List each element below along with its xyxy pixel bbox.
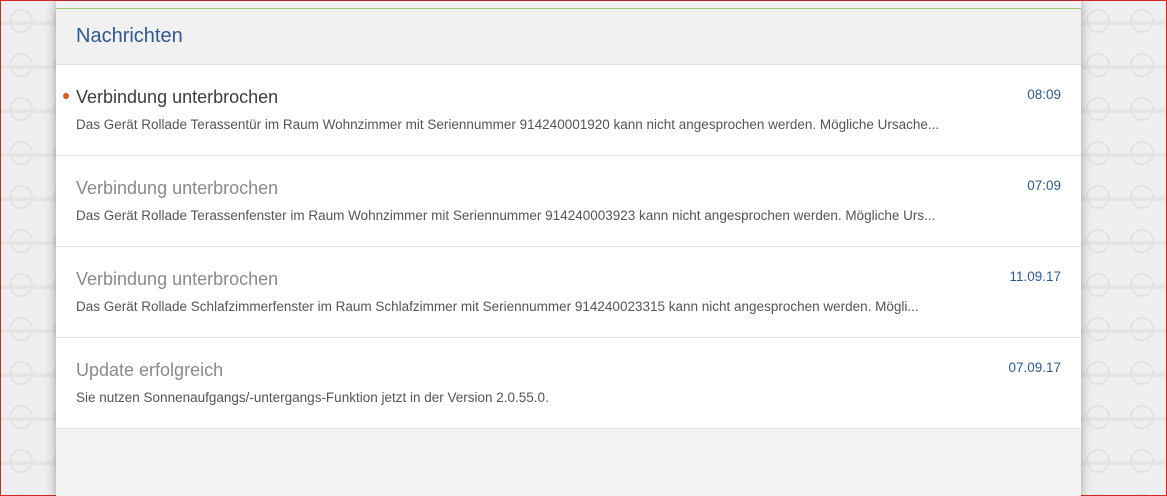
message-item[interactable]: Verbindung unterbrochen Das Gerät Rollad…: [56, 65, 1081, 156]
message-body: Das Gerät Rollade Terassenfenster im Rau…: [76, 208, 936, 223]
message-list: Verbindung unterbrochen Das Gerät Rollad…: [56, 65, 1081, 429]
message-body: Das Gerät Rollade Terassentür im Raum Wo…: [76, 117, 940, 132]
unread-indicator-icon: [63, 93, 69, 99]
message-item[interactable]: Verbindung unterbrochen Das Gerät Rollad…: [56, 247, 1081, 338]
message-body: Sie nutzen Sonnenaufgangs/-untergangs-Fu…: [76, 390, 549, 405]
messages-panel: Nachrichten Verbindung unterbrochen Das …: [56, 1, 1081, 496]
message-title: Verbindung unterbrochen: [76, 87, 279, 107]
message-time: 11.09.17: [1009, 269, 1061, 284]
panel-title: Nachrichten: [76, 25, 183, 47]
message-time: 07:09: [1027, 178, 1061, 193]
background-pattern-left: [1, 1, 57, 495]
message-title: Verbindung unterbrochen: [76, 269, 279, 289]
message-title: Update erfolgreich: [76, 360, 224, 380]
message-title: Verbindung unterbrochen: [76, 178, 279, 198]
message-item[interactable]: Verbindung unterbrochen Das Gerät Rollad…: [56, 156, 1081, 247]
panel-header: Nachrichten: [56, 9, 1081, 65]
message-body: Das Gerät Rollade Schlafzimmerfenster im…: [76, 299, 919, 314]
message-time: 07.09.17: [1008, 360, 1061, 375]
message-item[interactable]: Update erfolgreich Sie nutzen Sonnenaufg…: [56, 338, 1081, 429]
background-pattern-right: [1078, 1, 1166, 495]
message-time: 08:09: [1027, 87, 1061, 102]
